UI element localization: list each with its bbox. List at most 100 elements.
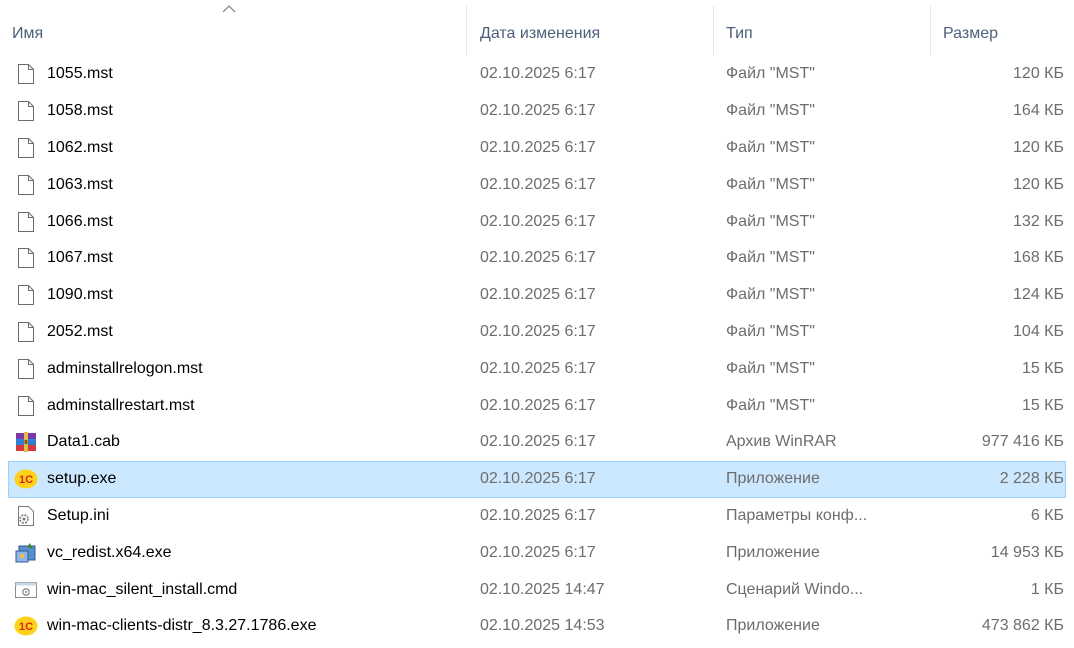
- file-list: 1055.mst 02.10.2025 6:17 Файл "MST" 120 КБ 1…: [8, 56, 1066, 645]
- file-type: Файл "MST": [726, 212, 815, 230]
- file-name: 2052.mst: [47, 322, 113, 340]
- document-icon: [14, 357, 38, 381]
- settings-file-icon: [14, 504, 38, 528]
- 1c-app-icon: 1C: [14, 614, 38, 638]
- file-name: 1090.mst: [47, 286, 113, 304]
- document-icon: [14, 320, 38, 344]
- document-icon: [14, 173, 38, 197]
- file-row[interactable]: 1067.mst 02.10.2025 6:17 Файл "MST" 168 КБ: [8, 240, 1066, 277]
- file-row[interactable]: 1055.mst 02.10.2025 6:17 Файл "MST" 120 КБ: [8, 56, 1066, 93]
- file-name-cell[interactable]: 1067.mst: [14, 241, 469, 276]
- cmd-script-icon: [14, 578, 38, 602]
- file-size: 6 КБ: [1030, 506, 1064, 524]
- file-size: 120 КБ: [1013, 175, 1064, 193]
- file-type: Файл "MST": [726, 65, 815, 83]
- document-icon: [14, 210, 38, 234]
- file-date: 02.10.2025 6:17: [480, 249, 596, 267]
- file-row[interactable]: adminstallrelogon.mst 02.10.2025 6:17 Файл…: [8, 350, 1066, 387]
- column-header-name[interactable]: Имя: [0, 0, 466, 55]
- file-type: Приложение: [726, 617, 820, 635]
- file-name-cell[interactable]: adminstallrestart.mst: [14, 388, 469, 423]
- file-row[interactable]: vc_redist.x64.exe 02.10.2025 6:17 Приложен…: [8, 534, 1066, 571]
- file-size: 15 КБ: [1021, 396, 1064, 414]
- file-row[interactable]: 1090.mst 02.10.2025 6:17 Файл "MST" 124 КБ: [8, 277, 1066, 314]
- file-name: setup.exe: [47, 470, 117, 488]
- file-name-cell[interactable]: Data1.cab: [14, 425, 469, 460]
- file-name-cell[interactable]: 1090.mst: [14, 278, 469, 313]
- column-header-type[interactable]: Тип: [714, 0, 930, 55]
- file-name: 1062.mst: [47, 138, 113, 156]
- file-size: 15 КБ: [1021, 359, 1064, 377]
- file-name-cell[interactable]: vc_redist.x64.exe: [14, 535, 469, 570]
- file-date: 02.10.2025 6:17: [480, 212, 596, 230]
- file-type: Файл "MST": [726, 138, 815, 156]
- document-icon: [14, 136, 38, 160]
- file-type: Архив WinRAR: [726, 433, 837, 451]
- file-size: 120 КБ: [1013, 138, 1064, 156]
- document-icon: [14, 283, 38, 307]
- column-header-bar: Имя Дата изменения Тип Размер: [0, 0, 1074, 55]
- file-type: Файл "MST": [726, 175, 815, 193]
- file-size: 124 КБ: [1013, 286, 1064, 304]
- column-header-name-label: Имя: [12, 25, 44, 42]
- file-row[interactable]: adminstallrestart.mst 02.10.2025 6:17 Файл…: [8, 387, 1066, 424]
- file-row[interactable]: 2052.mst 02.10.2025 6:17 Файл "MST" 104 КБ: [8, 314, 1066, 351]
- file-size: 120 КБ: [1013, 65, 1064, 83]
- file-date: 02.10.2025 6:17: [480, 396, 596, 414]
- file-type: Приложение: [726, 470, 820, 488]
- file-date: 02.10.2025 6:17: [480, 138, 596, 156]
- file-date: 02.10.2025 6:17: [480, 286, 596, 304]
- column-header-type-label: Тип: [726, 25, 753, 42]
- installer-icon: [14, 541, 38, 565]
- file-name-cell[interactable]: 1058.mst: [14, 94, 469, 129]
- file-name: Setup.ini: [47, 506, 110, 524]
- column-header-date-label: Дата изменения: [480, 25, 601, 42]
- file-row[interactable]: 1063.mst 02.10.2025 6:17 Файл "MST" 120 КБ: [8, 166, 1066, 203]
- file-size: 104 КБ: [1013, 322, 1064, 340]
- file-type: Файл "MST": [726, 249, 815, 267]
- file-name-cell[interactable]: 1062.mst: [14, 131, 469, 166]
- file-date: 02.10.2025 6:17: [480, 470, 596, 488]
- file-name-cell[interactable]: 2052.mst: [14, 315, 469, 350]
- file-row[interactable]: 1066.mst 02.10.2025 6:17 Файл "MST" 132 КБ: [8, 203, 1066, 240]
- file-name-cell[interactable]: adminstallrelogon.mst: [14, 351, 469, 386]
- file-name: adminstallrelogon.mst: [47, 359, 203, 377]
- column-header-size[interactable]: Размер: [931, 0, 1074, 55]
- file-name: Data1.cab: [47, 433, 120, 451]
- document-icon: [14, 394, 38, 418]
- file-date: 02.10.2025 14:53: [480, 617, 605, 635]
- svg-text:1C: 1C: [19, 621, 33, 633]
- file-row[interactable]: Data1.cab 02.10.2025 6:17 Архив WinRAR 977 …: [8, 424, 1066, 461]
- file-date: 02.10.2025 6:17: [480, 506, 596, 524]
- file-type: Файл "MST": [726, 359, 815, 377]
- file-row[interactable]: 1062.mst 02.10.2025 6:17 Файл "MST" 120 КБ: [8, 130, 1066, 167]
- file-name-cell[interactable]: Setup.ini: [14, 499, 469, 534]
- sort-ascending-icon: [222, 5, 236, 13]
- column-header-date[interactable]: Дата изменения: [467, 0, 713, 55]
- file-name-cell[interactable]: 1063.mst: [14, 167, 469, 202]
- file-row[interactable]: 1C setup.exe 02.10.2025 6:17 Приложение 2 22…: [8, 460, 1066, 498]
- column-header-size-label: Размер: [943, 25, 998, 42]
- file-date: 02.10.2025 6:17: [480, 175, 596, 193]
- file-row[interactable]: 1058.mst 02.10.2025 6:17 Файл "MST" 164 КБ: [8, 93, 1066, 130]
- file-size: 473 862 КБ: [981, 617, 1064, 635]
- file-type: Файл "MST": [726, 396, 815, 414]
- file-name-cell[interactable]: win-mac_silent_install.cmd: [14, 572, 469, 607]
- file-row[interactable]: Setup.ini 02.10.2025 6:17 Параметры конф..…: [8, 498, 1066, 535]
- file-date: 02.10.2025 6:17: [480, 102, 596, 120]
- document-icon: [14, 99, 38, 123]
- 1c-app-icon: 1C: [14, 467, 38, 491]
- file-name: 1063.mst: [47, 175, 113, 193]
- svg-text:1C: 1C: [19, 474, 33, 486]
- file-name-cell[interactable]: 1055.mst: [14, 57, 469, 92]
- file-row[interactable]: win-mac_silent_install.cmd 02.10.2025 14:…: [8, 571, 1066, 608]
- file-name: win-mac_silent_install.cmd: [47, 580, 238, 598]
- file-name-cell[interactable]: 1066.mst: [14, 204, 469, 239]
- file-name-cell[interactable]: 1C setup.exe: [14, 462, 469, 497]
- file-name-cell[interactable]: 1C win-mac-clients-distr_8.3.27.1786.exe: [14, 609, 469, 644]
- file-size: 168 КБ: [1013, 249, 1064, 267]
- file-date: 02.10.2025 6:17: [480, 322, 596, 340]
- file-row[interactable]: 1C win-mac-clients-distr_8.3.27.1786.exe 0…: [8, 608, 1066, 645]
- file-name: 1058.mst: [47, 102, 113, 120]
- file-type: Файл "MST": [726, 102, 815, 120]
